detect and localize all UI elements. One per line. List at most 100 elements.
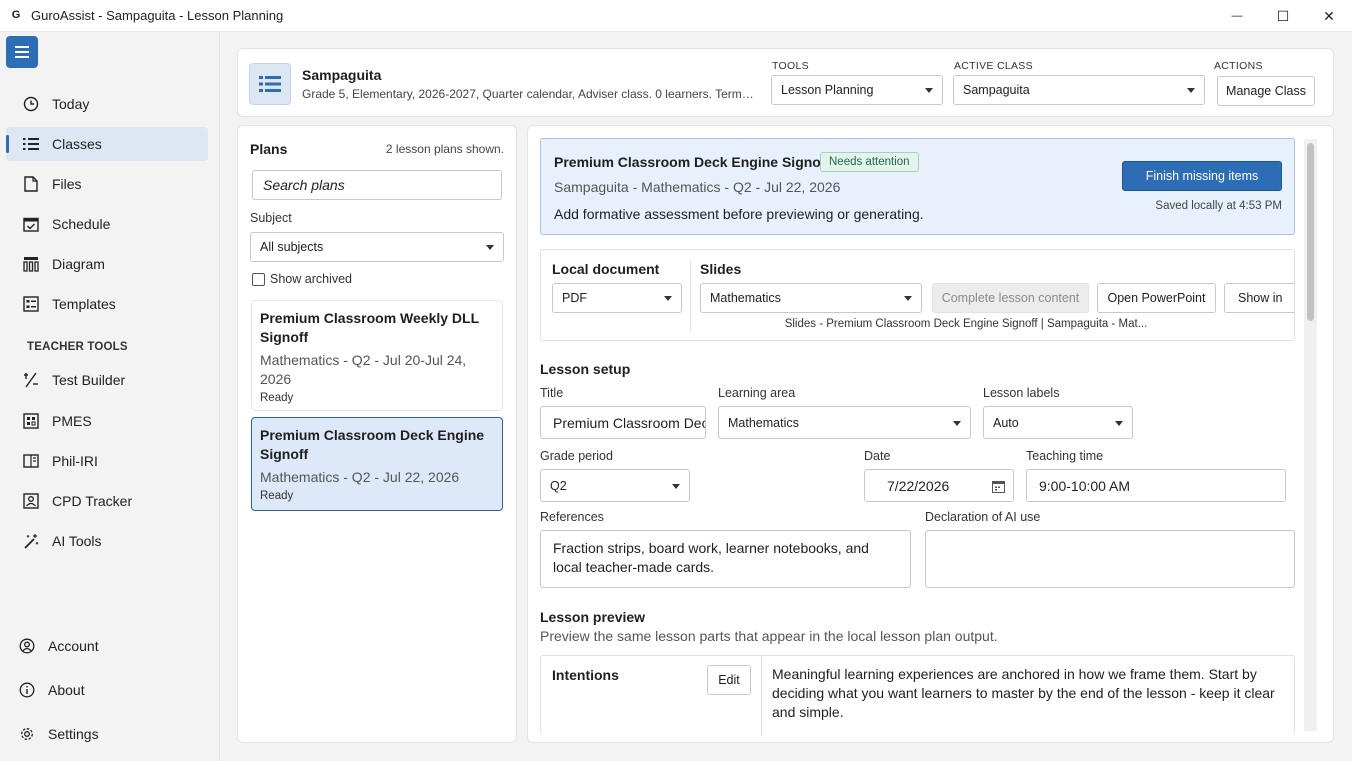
search-input[interactable]: Search plans <box>252 170 502 200</box>
show-archived-label: Show archived <box>270 272 352 286</box>
chevron-down-icon <box>925 88 933 93</box>
lesson-preview-title: Lesson preview <box>540 609 646 625</box>
open-powerpoint-button[interactable]: Open PowerPoint <box>1097 283 1216 313</box>
plan-detail-subtitle: Sampaguita - Mathematics - Q2 - Jul 22, … <box>554 179 841 195</box>
tools-label: TOOLS <box>772 60 809 72</box>
saved-status: Saved locally at 4:53 PM <box>1155 200 1282 212</box>
plan-detail-title: Premium Classroom Deck Engine Signoff <box>554 154 831 170</box>
sidebar-item-label: Account <box>48 638 99 654</box>
lesson-labels-select[interactable]: Auto <box>983 406 1133 439</box>
class-list-icon <box>249 63 291 105</box>
show-archived-checkbox[interactable] <box>252 273 265 286</box>
local-document-select[interactable]: PDF <box>552 283 682 313</box>
sidebar-item-label: CPD Tracker <box>52 493 133 509</box>
template-icon <box>22 295 40 313</box>
sidebar-item-label: AI Tools <box>52 533 102 549</box>
intentions-label: Intentions <box>552 667 619 683</box>
attention-banner: Premium Classroom Deck Engine Signoff Ne… <box>540 138 1295 235</box>
chevron-down-icon <box>1187 88 1195 93</box>
ai-declaration-textarea[interactable] <box>925 530 1295 588</box>
clock-icon <box>22 95 40 113</box>
sidebar-item-today[interactable]: Today <box>6 87 208 121</box>
sidebar-item-label: Classes <box>52 136 102 152</box>
intentions-section: Intentions Edit Meaningful learning expe… <box>540 655 1295 736</box>
chevron-down-icon <box>953 421 961 426</box>
sidebar-item-settings[interactable]: Settings <box>6 717 208 751</box>
minimize-button[interactable]: — <box>1214 0 1260 32</box>
magic-wand-icon <box>22 532 40 550</box>
chevron-down-icon <box>664 296 672 301</box>
lesson-preview-description: Preview the same lesson parts that appea… <box>540 628 998 644</box>
calendar-icon[interactable] <box>992 480 1005 496</box>
grade-period-value: Q2 <box>550 478 567 493</box>
sidebar-item-label: Settings <box>48 726 99 742</box>
references-label: References <box>540 510 604 524</box>
output-options: Local document PDF Slides Mathematics Co… <box>540 249 1295 341</box>
sidebar: Today Classes Files Schedule Diagram Tem… <box>0 32 220 761</box>
date-label: Date <box>864 449 891 463</box>
sidebar-item-schedule[interactable]: Schedule <box>6 207 208 241</box>
sidebar-item-label: Test Builder <box>52 372 126 388</box>
plan-title: Premium Classroom Weekly DLL Signoff <box>260 310 479 345</box>
sidebar-item-test-builder[interactable]: Test Builder <box>6 363 208 397</box>
hamburger-menu-button[interactable] <box>6 36 38 68</box>
sidebar-item-classes[interactable]: Classes <box>6 127 208 161</box>
list-icon <box>22 135 40 153</box>
maximize-button[interactable]: ☐ <box>1260 0 1306 32</box>
title-bar: G GuroAssist - Sampaguita - Lesson Plann… <box>0 0 1352 32</box>
chevron-down-icon <box>486 245 494 250</box>
grade-period-select[interactable]: Q2 <box>540 469 690 502</box>
sidebar-item-about[interactable]: About <box>6 673 208 707</box>
minimize-icon: — <box>1231 10 1243 22</box>
active-indicator <box>6 135 9 153</box>
manage-class-button[interactable]: Manage Class <box>1217 76 1315 106</box>
test-icon <box>22 371 40 389</box>
intentions-text: Meaningful learning experiences are anch… <box>772 666 1275 720</box>
title-input[interactable]: Premium Classroom Deck Engine Signoff <box>540 406 706 439</box>
sidebar-item-label: Files <box>52 176 82 192</box>
slides-select-value: Mathematics <box>710 291 781 305</box>
status-badge: Needs attention <box>820 152 919 172</box>
scrollbar-thumb[interactable] <box>1307 143 1314 321</box>
complete-lesson-content-button[interactable]: Complete lesson content <box>932 283 1089 313</box>
learning-area-select[interactable]: Mathematics <box>718 406 971 439</box>
edit-intentions-button[interactable]: Edit <box>707 665 751 695</box>
subject-select-value: All subjects <box>260 240 324 254</box>
plan-subtitle: Mathematics - Q2 - Jul 20-Jul 24, 2026 <box>260 352 467 387</box>
teacher-tools-heading: TEACHER TOOLS <box>27 341 128 353</box>
tools-select[interactable]: Lesson Planning <box>771 75 943 105</box>
sidebar-item-cpd-tracker[interactable]: CPD Tracker <box>6 484 208 518</box>
hamburger-icon <box>15 46 29 58</box>
sidebar-item-diagram[interactable]: Diagram <box>6 247 208 281</box>
actions-label: ACTIONS <box>1214 60 1263 72</box>
learning-area-label: Learning area <box>718 386 796 400</box>
vertical-scrollbar[interactable] <box>1304 139 1317 731</box>
teaching-time-input[interactable]: 9:00-10:00 AM <box>1026 469 1286 502</box>
file-icon <box>22 175 40 193</box>
plan-title: Premium Classroom Deck Engine Signoff <box>260 427 485 462</box>
plan-list-item[interactable]: Premium Classroom Weekly DLL Signoff Mat… <box>251 300 503 411</box>
active-class-select[interactable]: Sampaguita <box>953 75 1205 105</box>
sidebar-item-templates[interactable]: Templates <box>6 287 208 321</box>
sidebar-item-ai-tools[interactable]: AI Tools <box>6 524 208 558</box>
learning-area-value: Mathematics <box>728 415 799 430</box>
plans-title: Plans <box>250 141 288 157</box>
sidebar-item-pmes[interactable]: PMES <box>6 404 208 438</box>
class-description: Grade 5, Elementary, 2026-2027, Quarter … <box>302 87 757 101</box>
plan-subtitle: Mathematics - Q2 - Jul 22, 2026 <box>260 469 460 485</box>
close-window-button[interactable]: ✕ <box>1306 0 1352 32</box>
gear-icon <box>18 725 36 743</box>
references-textarea[interactable]: Fraction strips, board work, learner not… <box>540 530 911 588</box>
show-in-folder-button[interactable]: Show in <box>1224 283 1294 313</box>
slides-select[interactable]: Mathematics <box>700 283 922 313</box>
subject-select[interactable]: All subjects <box>250 232 504 262</box>
calculator-icon <box>22 412 40 430</box>
sidebar-item-files[interactable]: Files <box>6 167 208 201</box>
date-picker[interactable]: 7/22/2026 <box>864 469 1014 502</box>
finish-missing-items-button[interactable]: Finish missing items <box>1122 161 1282 191</box>
plan-list-item-selected[interactable]: Premium Classroom Deck Engine Signoff Ma… <box>251 417 503 511</box>
sidebar-item-phil-iri[interactable]: Phil-IRI <box>6 444 208 478</box>
active-class-select-value: Sampaguita <box>963 83 1030 97</box>
plan-status: Ready <box>260 490 294 502</box>
sidebar-item-account[interactable]: Account <box>6 629 208 663</box>
